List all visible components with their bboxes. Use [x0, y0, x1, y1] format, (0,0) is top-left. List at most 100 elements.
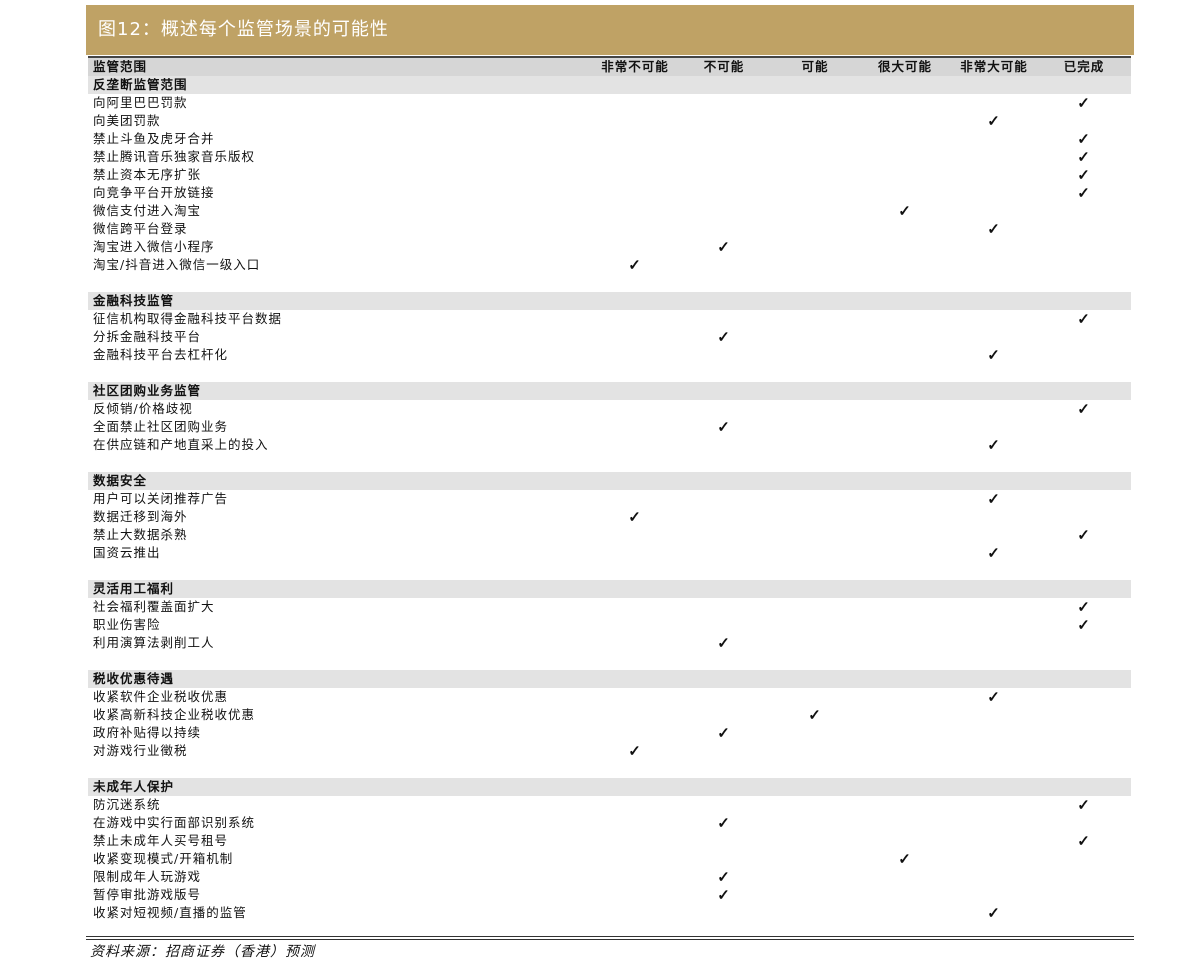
- table-row: 金融科技平台去杠杆化 ✓: [88, 346, 1131, 364]
- section-row: 税收优惠待遇: [88, 670, 1131, 688]
- row-label: 禁止斗鱼及虎牙合并: [93, 131, 215, 146]
- row-label: 政府补贴得以持续: [93, 725, 202, 740]
- table-row: 微信支付进入淘宝 ✓: [88, 202, 1131, 220]
- table-row: 禁止资本无序扩张 ✓: [88, 166, 1131, 184]
- check-mark-icon: ✓: [717, 886, 731, 904]
- check-mark-icon: ✓: [1077, 832, 1091, 850]
- row-label: 金融科技平台去杠杆化: [93, 347, 229, 362]
- row-label: 征信机构取得金融科技平台数据: [93, 311, 283, 326]
- row-label: 分拆金融科技平台: [93, 329, 202, 344]
- table-row: 在游戏中实行面部识别系统 ✓: [88, 814, 1131, 832]
- check-mark-icon: ✓: [717, 328, 731, 346]
- check-mark-icon: ✓: [1077, 166, 1091, 184]
- check-mark-icon: ✓: [717, 418, 731, 436]
- table-row: 利用演算法剥削工人 ✓: [88, 634, 1131, 652]
- section-title: 反垄断监管范围: [93, 77, 188, 92]
- column-header-likely: 很大可能: [877, 59, 933, 74]
- section-title: 社区团购业务监管: [93, 383, 202, 398]
- check-mark-icon: ✓: [1077, 796, 1091, 814]
- table-row: 对游戏行业徵税 ✓: [88, 742, 1131, 760]
- table-row: 收紧软件企业税收优惠 ✓: [88, 688, 1131, 706]
- table-row: 全面禁止社区团购业务 ✓: [88, 418, 1131, 436]
- check-mark-icon: ✓: [628, 256, 642, 274]
- column-header-very-likely: 非常大可能: [960, 59, 1028, 74]
- table-row: 微信跨平台登录 ✓: [88, 220, 1131, 238]
- check-mark-icon: ✓: [1077, 94, 1091, 112]
- check-mark-icon: ✓: [717, 634, 731, 652]
- row-label: 收紧对短视频/直播的监管: [93, 905, 247, 920]
- table-row: 淘宝进入微信小程序 ✓: [88, 238, 1131, 256]
- check-mark-icon: ✓: [987, 436, 1001, 454]
- check-mark-icon: ✓: [628, 742, 642, 760]
- check-mark-icon: ✓: [898, 850, 912, 868]
- check-mark-icon: ✓: [987, 688, 1001, 706]
- table-row: 禁止斗鱼及虎牙合并 ✓: [88, 130, 1131, 148]
- check-mark-icon: ✓: [1077, 184, 1091, 202]
- table-row: 用户可以关闭推荐广告 ✓: [88, 490, 1131, 508]
- source-note: 资料来源：招商证券（香港）预测: [90, 944, 315, 960]
- column-header-scope: 监管范围: [93, 59, 148, 74]
- row-label: 禁止未成年人买号租号: [93, 833, 229, 848]
- table-row: 分拆金融科技平台 ✓: [88, 328, 1131, 346]
- table-row: 收紧变现模式/开箱机制 ✓: [88, 850, 1131, 868]
- row-label: 数据迁移到海外: [93, 509, 188, 524]
- table-row: 反倾销/价格歧视 ✓: [88, 400, 1131, 418]
- row-label: 淘宝/抖音进入微信一级入口: [93, 257, 261, 272]
- column-header-possible: 可能: [801, 59, 829, 74]
- section-row: 金融科技监管: [88, 292, 1131, 310]
- row-label: 禁止资本无序扩张: [93, 167, 202, 182]
- section-title: 金融科技监管: [93, 293, 175, 308]
- check-mark-icon: ✓: [987, 490, 1001, 508]
- check-mark-icon: ✓: [808, 706, 822, 724]
- table-row: 政府补贴得以持续 ✓: [88, 724, 1131, 742]
- table-row: 限制成年人玩游戏 ✓: [88, 868, 1131, 886]
- row-label: 禁止腾讯音乐独家音乐版权: [93, 149, 256, 164]
- check-mark-icon: ✓: [987, 112, 1001, 130]
- column-header-very-unlikely: 非常不可能: [601, 59, 669, 74]
- row-label: 微信跨平台登录: [93, 221, 188, 236]
- table-row: 暂停审批游戏版号 ✓: [88, 886, 1131, 904]
- row-label: 收紧高新科技企业税收优惠: [93, 707, 256, 722]
- section-row: 数据安全: [88, 472, 1131, 490]
- section-title: 灵活用工福利: [93, 581, 175, 596]
- check-mark-icon: ✓: [1077, 598, 1091, 616]
- table-header-row: 监管范围 非常不可能 不可能 可能 很大可能 非常大可能 已完成: [88, 56, 1131, 76]
- row-label: 限制成年人玩游戏: [93, 869, 202, 884]
- bottom-rule: [86, 936, 1134, 937]
- row-label: 收紧变现模式/开箱机制: [93, 851, 234, 866]
- section-row: 未成年人保护: [88, 778, 1131, 796]
- check-mark-icon: ✓: [1077, 130, 1091, 148]
- row-label: 在游戏中实行面部识别系统: [93, 815, 256, 830]
- check-mark-icon: ✓: [717, 724, 731, 742]
- table-row: 向美团罚款 ✓: [88, 112, 1131, 130]
- row-label: 向阿里巴巴罚款: [93, 95, 188, 110]
- table-row: 职业伤害险 ✓: [88, 616, 1131, 634]
- row-label: 国资云推出: [93, 545, 161, 560]
- row-label: 暂停审批游戏版号: [93, 887, 202, 902]
- table-row: 收紧对短视频/直播的监管 ✓: [88, 904, 1131, 922]
- table-row: 防沉迷系统 ✓: [88, 796, 1131, 814]
- check-mark-icon: ✓: [987, 544, 1001, 562]
- section-title: 未成年人保护: [93, 779, 175, 794]
- check-mark-icon: ✓: [717, 868, 731, 886]
- row-label: 微信支付进入淘宝: [93, 203, 202, 218]
- table-row: 淘宝/抖音进入微信一级入口 ✓: [88, 256, 1131, 274]
- table-row: 禁止腾讯音乐独家音乐版权 ✓: [88, 148, 1131, 166]
- table-row: 向竞争平台开放链接 ✓: [88, 184, 1131, 202]
- table-row: 在供应链和产地直采上的投入 ✓: [88, 436, 1131, 454]
- table-row: 征信机构取得金融科技平台数据 ✓: [88, 310, 1131, 328]
- section-row: 反垄断监管范围: [88, 76, 1131, 94]
- row-label: 收紧软件企业税收优惠: [93, 689, 229, 704]
- row-label: 职业伤害险: [93, 617, 161, 632]
- row-label: 全面禁止社区团购业务: [93, 419, 229, 434]
- check-mark-icon: ✓: [987, 220, 1001, 238]
- table-row: 禁止大数据杀熟 ✓: [88, 526, 1131, 544]
- check-mark-icon: ✓: [1077, 526, 1091, 544]
- figure-title: 图12：概述每个监管场景的可能性: [86, 5, 1134, 55]
- row-label: 反倾销/价格歧视: [93, 401, 193, 416]
- check-mark-icon: ✓: [1077, 310, 1091, 328]
- row-label: 向竞争平台开放链接: [93, 185, 215, 200]
- table-row: 禁止未成年人买号租号 ✓: [88, 832, 1131, 850]
- check-mark-icon: ✓: [1077, 148, 1091, 166]
- check-mark-icon: ✓: [987, 346, 1001, 364]
